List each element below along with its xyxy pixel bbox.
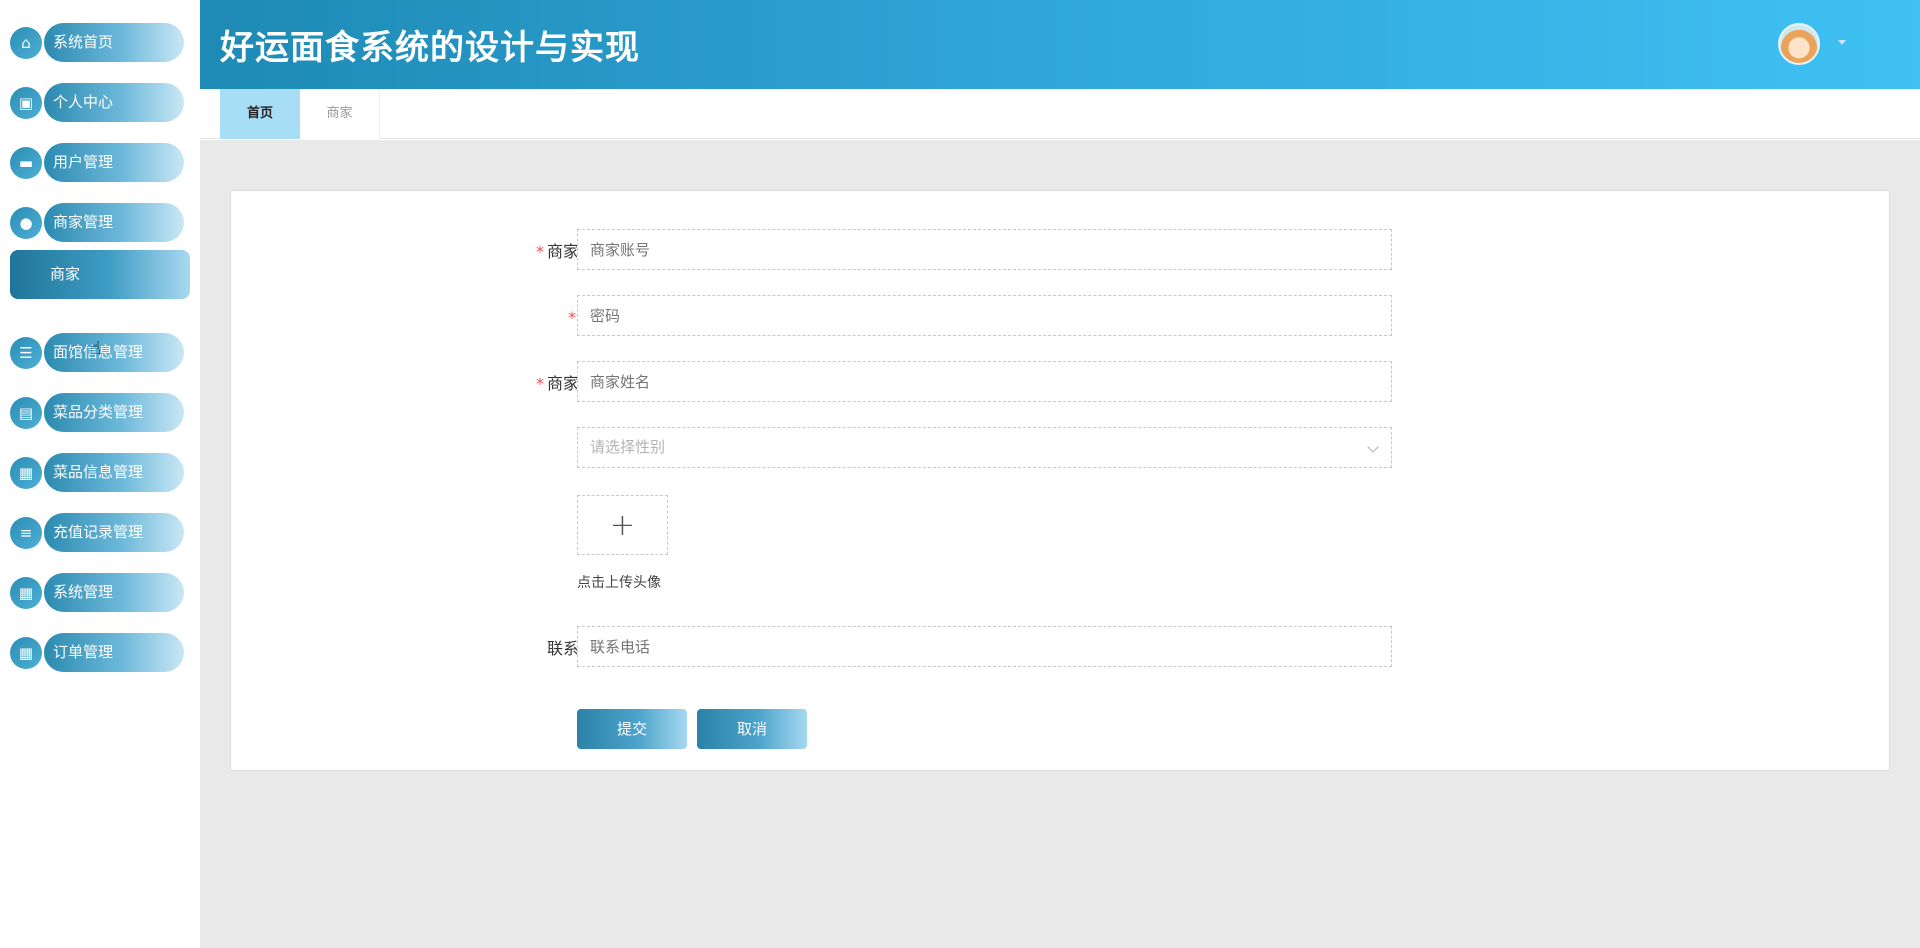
sidebar-item-dish-info[interactable]: ▦ 菜品信息管理 — [10, 452, 184, 492]
submit-button[interactable]: 提交 — [577, 709, 687, 749]
sidebar: ⌂ 系统首页 ▣ 个人中心 ▬ 用户管理 ● 商家管理 商家 ☰ 面馆信息管理 … — [0, 0, 200, 948]
sidebar-item-merchants[interactable]: ● 商家管理 — [10, 202, 184, 242]
main-content: *商家账号 *密码 *商家姓名 性别 请选择性别 头像 + 点击上传头像 联系电… — [200, 140, 1920, 948]
tab-bar: 首页 商家 — [200, 89, 1920, 139]
sidebar-item-label: 订单管理 — [44, 633, 184, 672]
sidebar-item-profile[interactable]: ▣ 个人中心 — [10, 82, 184, 122]
tab-merchant[interactable]: 商家 — [300, 89, 380, 139]
merchant-form-card: *商家账号 *密码 *商家姓名 性别 请选择性别 头像 + 点击上传头像 联系电… — [230, 190, 1890, 771]
required-mark: * — [567, 308, 576, 327]
grid-icon: ▦ — [10, 637, 42, 669]
required-mark: * — [535, 374, 544, 393]
app-header: 好运面食系统的设计与实现 — [200, 0, 1920, 89]
sidebar-item-label: 商家管理 — [44, 203, 184, 242]
sidebar-item-system[interactable]: ▦ 系统管理 — [10, 572, 184, 612]
password-input[interactable] — [577, 295, 1392, 336]
required-mark: * — [535, 242, 544, 261]
upload-hint: 点击上传头像 — [577, 575, 661, 591]
sidebar-item-dish-category[interactable]: ▤ 菜品分类管理 — [10, 392, 184, 432]
clipboard-icon: ▤ — [10, 397, 42, 429]
hand-cursor-icon: ☝ — [90, 338, 101, 359]
sidebar-item-label: 系统管理 — [44, 573, 184, 612]
sidebar-item-label: 充值记录管理 — [44, 513, 184, 552]
merchant-name-input[interactable] — [577, 361, 1392, 402]
user-icon: ● — [10, 207, 42, 239]
sidebar-item-label: 菜品分类管理 — [44, 393, 184, 432]
avatar[interactable] — [1778, 23, 1820, 65]
merchant-account-input[interactable] — [577, 229, 1392, 270]
cancel-button[interactable]: 取消 — [697, 709, 807, 749]
caret-down-icon[interactable] — [1838, 40, 1846, 45]
sidebar-item-label: 系统首页 — [44, 23, 184, 62]
avatar-upload-button[interactable]: + — [577, 495, 668, 555]
sidebar-item-label: 面馆信息管理 — [44, 333, 184, 372]
submenu-item-merchant[interactable]: 商家 — [10, 250, 190, 299]
gender-select[interactable]: 请选择性别 — [577, 427, 1392, 468]
page-title: 好运面食系统的设计与实现 — [220, 28, 640, 68]
profile-icon: ▣ — [10, 87, 42, 119]
sidebar-item-label: 菜品信息管理 — [44, 453, 184, 492]
sidebar-item-orders[interactable]: ▦ 订单管理 — [10, 632, 184, 672]
sidebar-item-recharge[interactable]: ≡ 充值记录管理 — [10, 512, 184, 552]
list-icon: ☰ — [10, 337, 42, 369]
phone-input[interactable] — [577, 626, 1392, 667]
monitor-icon: ▬ — [10, 147, 42, 179]
chevron-down-icon — [1367, 441, 1379, 453]
home-icon: ⌂ — [10, 27, 42, 59]
grid-icon: ▦ — [10, 457, 42, 489]
sliders-icon: ≡ — [10, 517, 42, 549]
tab-home[interactable]: 首页 — [220, 89, 300, 139]
sidebar-item-home[interactable]: ⌂ 系统首页 — [10, 22, 184, 62]
sidebar-item-label: 用户管理 — [44, 143, 184, 182]
sidebar-item-label: 个人中心 — [44, 83, 184, 122]
sidebar-item-users[interactable]: ▬ 用户管理 — [10, 142, 184, 182]
plus-icon: + — [609, 507, 636, 543]
grid-icon: ▦ — [10, 577, 42, 609]
gender-placeholder: 请选择性别 — [590, 438, 666, 456]
